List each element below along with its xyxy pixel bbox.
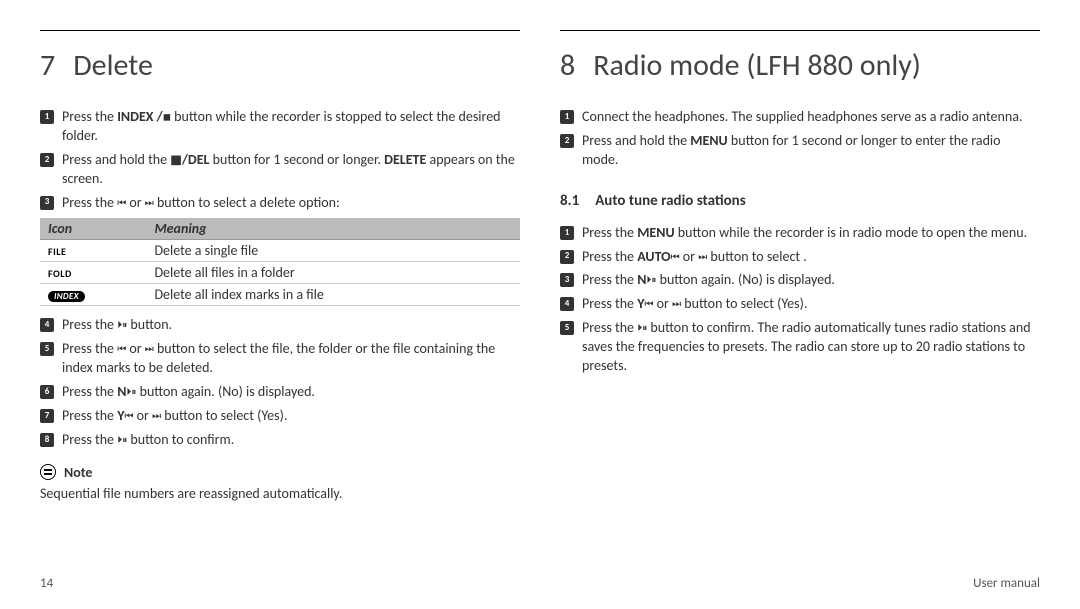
step-text: Press the Y⏮ or ⏭ button to select (Yes)… bbox=[582, 295, 1040, 314]
step: 1 Connect the headphones. The supplied he… bbox=[560, 108, 1040, 127]
icon-label: FILE bbox=[48, 245, 66, 258]
step: 5 Press the ⏮ or ⏭ button to select the f… bbox=[40, 340, 520, 378]
step-number-badge: 3 bbox=[40, 196, 54, 210]
step-number-badge: 6 bbox=[40, 385, 54, 399]
step: 2 Press and hold the MENU button for 1 se… bbox=[560, 132, 1040, 170]
step: 4 Press the Y⏮ or ⏭ button to select (Yes… bbox=[560, 295, 1040, 314]
left-column: 7 Delete 1 Press the INDEX /◼ button whil… bbox=[40, 30, 520, 504]
table-row: INDEX Delete all index marks in a file bbox=[40, 284, 520, 306]
step-text: Press the Y⏮ or ⏭ button to select (Yes)… bbox=[62, 407, 520, 426]
step: 3 Press the ⏮ or ⏭ button to select a del… bbox=[40, 194, 520, 213]
table-cell-meaning: Delete a single file bbox=[146, 240, 520, 262]
step-text: Press and hold the MENU button for 1 sec… bbox=[582, 132, 1040, 170]
footer: 14 User manual bbox=[40, 576, 1040, 591]
footer-label: User manual bbox=[973, 576, 1040, 591]
step-number-badge: 8 bbox=[40, 433, 54, 447]
step-text: Press the ⏵⏸ button to confirm. bbox=[62, 431, 520, 450]
step-number-badge: 5 bbox=[40, 342, 54, 356]
delete-options-table: Icon Meaning FILEDelete a single fileFOL… bbox=[40, 218, 520, 306]
step-number-badge: 2 bbox=[560, 250, 574, 264]
table-cell-icon: FILE bbox=[40, 240, 146, 262]
step-text: Press and hold the ◼/DEL button for 1 se… bbox=[62, 151, 520, 189]
step-text: Press the N⏵⏸ button again. (No) is disp… bbox=[62, 383, 520, 402]
step: 2 Press the AUTO⏮ or ⏭ button to select . bbox=[560, 248, 1040, 267]
step: 4 Press the ⏵⏸ button. bbox=[40, 316, 520, 335]
subsection-heading: 8.1 Auto tune radio stations bbox=[560, 192, 1040, 210]
table-cell-meaning: Delete all index marks in a file bbox=[146, 284, 520, 306]
step-number-badge: 4 bbox=[40, 318, 54, 332]
chapter-number: 7 bbox=[40, 47, 55, 84]
step-number-badge: 2 bbox=[40, 153, 54, 167]
note-icon bbox=[40, 464, 56, 480]
step: 7 Press the Y⏮ or ⏭ button to select (Yes… bbox=[40, 407, 520, 426]
step-number-badge: 1 bbox=[560, 110, 574, 124]
table-header-icon: Icon bbox=[40, 218, 146, 240]
step-text: Press the INDEX /◼ button while the reco… bbox=[62, 108, 520, 146]
step-number-badge: 2 bbox=[560, 134, 574, 148]
step-text: Connect the headphones. The supplied hea… bbox=[582, 108, 1040, 127]
subsection-title: Auto tune radio stations bbox=[595, 192, 746, 210]
step-text: Press the ⏵⏸ button to confirm. The radi… bbox=[582, 319, 1040, 376]
step: 5 Press the ⏵⏸ button to confirm. The rad… bbox=[560, 319, 1040, 376]
chapter-number: 8 bbox=[560, 47, 575, 84]
index-badge-icon: INDEX bbox=[48, 291, 85, 302]
step: 8 Press the ⏵⏸ button to confirm. bbox=[40, 431, 520, 450]
table-header-meaning: Meaning bbox=[146, 218, 520, 240]
step: 3 Press the N⏵⏸ button again. (No) is dis… bbox=[560, 271, 1040, 290]
page-number: 14 bbox=[40, 576, 53, 591]
step-text: Press the N⏵⏸ button again. (No) is disp… bbox=[582, 271, 1040, 290]
table-row: FOLD Delete all files in a folder bbox=[40, 262, 520, 284]
note-text: Sequential file numbers are reassigned a… bbox=[40, 485, 520, 504]
chapter-title: Radio mode (LFH 880 only) bbox=[593, 47, 921, 84]
chapter-heading-8: 8 Radio mode (LFH 880 only) bbox=[560, 47, 1040, 84]
step-number-badge: 3 bbox=[560, 273, 574, 287]
right-column: 8 Radio mode (LFH 880 only) 1 Connect the… bbox=[560, 30, 1040, 504]
step: 1 Press the MENU button while the recorde… bbox=[560, 224, 1040, 243]
step-number-badge: 5 bbox=[560, 321, 574, 335]
icon-label: FOLD bbox=[48, 267, 72, 280]
subsection-number: 8.1 bbox=[560, 192, 579, 210]
step-text: Press the MENU button while the recorder… bbox=[582, 224, 1040, 243]
table-cell-icon: INDEX bbox=[40, 284, 146, 306]
step-number-badge: 1 bbox=[40, 110, 54, 124]
step-text: Press the ⏵⏸ button. bbox=[62, 316, 520, 335]
step-number-badge: 4 bbox=[560, 297, 574, 311]
step: 1 Press the INDEX /◼ button while the rec… bbox=[40, 108, 520, 146]
table-row: FILE Delete a single file bbox=[40, 240, 520, 262]
step-text: Press the AUTO⏮ or ⏭ button to select . bbox=[582, 248, 1040, 267]
step-number-badge: 1 bbox=[560, 226, 574, 240]
rule bbox=[40, 30, 520, 31]
step-text: Press the ⏮ or ⏭ button to select the fi… bbox=[62, 340, 520, 378]
step: 2 Press and hold the ◼/DEL button for 1 s… bbox=[40, 151, 520, 189]
step: 6 Press the N⏵⏸ button again. (No) is dis… bbox=[40, 383, 520, 402]
step-number-badge: 7 bbox=[40, 409, 54, 423]
chapter-heading-7: 7 Delete bbox=[40, 47, 520, 84]
table-cell-icon: FOLD bbox=[40, 262, 146, 284]
chapter-title: Delete bbox=[73, 47, 153, 84]
step-text: Press the ⏮ or ⏭ button to select a dele… bbox=[62, 194, 520, 213]
note-heading: Note bbox=[40, 464, 520, 481]
rule bbox=[560, 30, 1040, 31]
table-cell-meaning: Delete all files in a folder bbox=[146, 262, 520, 284]
note-label: Note bbox=[64, 464, 92, 481]
